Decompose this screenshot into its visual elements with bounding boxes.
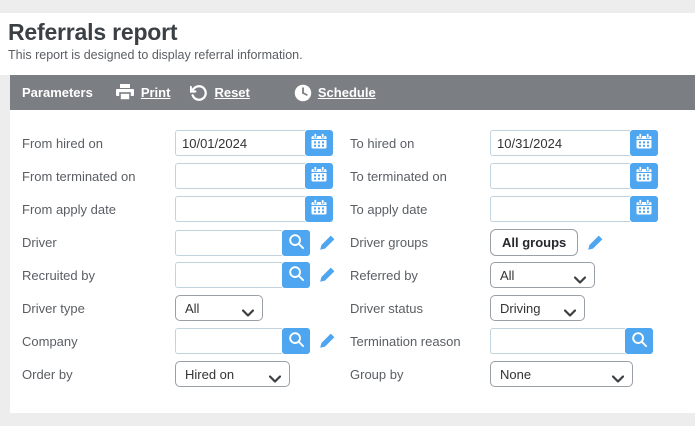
to-hired-on-datepicker-button[interactable] xyxy=(630,130,658,156)
calendar-icon xyxy=(310,166,328,186)
referred-by-label: Referred by xyxy=(350,268,490,283)
page-subtitle: This report is designed to display refer… xyxy=(8,48,685,62)
referred-by-select[interactable]: All xyxy=(490,262,595,288)
group-by-selected-value: None xyxy=(500,367,531,382)
from-terminated-on-input[interactable] xyxy=(175,163,305,189)
company-edit-pencil-icon[interactable] xyxy=(318,332,336,350)
from-apply-date-input[interactable] xyxy=(175,196,305,222)
schedule-button[interactable]: Schedule xyxy=(294,84,376,102)
driver-status-selected-value: Driving xyxy=(500,301,540,316)
parameters-label: Parameters xyxy=(10,85,93,100)
recruited-by-input[interactable] xyxy=(175,262,282,288)
recruited-by-search-button[interactable] xyxy=(282,262,310,288)
calendar-icon xyxy=(310,199,328,219)
chevron-down-icon xyxy=(574,272,586,287)
recruited-by-label: Recruited by xyxy=(22,268,175,283)
reset-button[interactable]: Reset xyxy=(190,84,249,102)
driver-type-label: Driver type xyxy=(22,301,175,316)
to-terminated-on-datepicker-button[interactable] xyxy=(630,163,658,189)
reset-icon xyxy=(190,84,208,102)
form-row: Recruited by Referred by All xyxy=(22,262,695,288)
form-row: Driver type All Driver status Driving xyxy=(22,295,695,321)
to-hired-on-label: To hired on xyxy=(350,136,490,151)
chevron-down-icon xyxy=(564,305,576,320)
driver-groups-button[interactable]: All groups xyxy=(490,229,578,256)
to-hired-on-input[interactable] xyxy=(490,130,630,156)
print-label: Print xyxy=(141,85,171,100)
group-by-label: Group by xyxy=(350,367,490,382)
from-apply-date-datepicker-button[interactable] xyxy=(305,196,333,222)
printer-icon xyxy=(115,84,135,101)
to-apply-date-input[interactable] xyxy=(490,196,630,222)
driver-type-selected-value: All xyxy=(185,301,199,316)
driver-search-button[interactable] xyxy=(282,230,310,256)
company-search-button[interactable] xyxy=(282,328,310,354)
termination-reason-search-button[interactable] xyxy=(625,328,653,354)
driver-label: Driver xyxy=(22,235,175,250)
chevron-down-icon xyxy=(612,371,624,386)
calendar-icon xyxy=(635,133,653,153)
search-icon xyxy=(631,331,648,351)
from-hired-on-label: From hired on xyxy=(22,136,175,151)
report-toolbar: Parameters Print Reset Sch xyxy=(10,75,695,110)
order-by-selected-value: Hired on xyxy=(185,367,234,382)
form-row: From hired on To xyxy=(22,130,695,156)
form-row: From terminated on xyxy=(22,163,695,189)
search-icon xyxy=(288,265,305,285)
form-row: From apply date T xyxy=(22,196,695,222)
calendar-icon xyxy=(310,133,328,153)
driver-status-label: Driver status xyxy=(350,301,490,316)
company-label: Company xyxy=(22,334,175,349)
order-by-select[interactable]: Hired on xyxy=(175,361,290,387)
driver-input[interactable] xyxy=(175,230,282,256)
reset-label: Reset xyxy=(214,85,249,100)
clock-icon xyxy=(294,84,312,102)
termination-reason-label: Termination reason xyxy=(350,334,490,349)
from-apply-date-label: From apply date xyxy=(22,202,175,217)
report-header: Referrals report This report is designed… xyxy=(0,13,695,75)
from-terminated-on-datepicker-button[interactable] xyxy=(305,163,333,189)
to-terminated-on-input[interactable] xyxy=(490,163,630,189)
chevron-down-icon xyxy=(242,305,254,320)
schedule-label: Schedule xyxy=(318,85,376,100)
form-row: Driver Driver groups All groups xyxy=(22,229,695,255)
referred-by-selected-value: All xyxy=(500,268,514,283)
page-title: Referrals report xyxy=(8,19,685,46)
driver-edit-pencil-icon[interactable] xyxy=(318,234,336,252)
to-terminated-on-label: To terminated on xyxy=(350,169,490,184)
calendar-icon xyxy=(635,166,653,186)
recruited-by-edit-pencil-icon[interactable] xyxy=(318,266,336,284)
from-hired-on-datepicker-button[interactable] xyxy=(305,130,333,156)
driver-type-select[interactable]: All xyxy=(175,295,263,321)
search-icon xyxy=(288,233,305,253)
print-button[interactable]: Print xyxy=(115,84,171,101)
to-apply-date-datepicker-button[interactable] xyxy=(630,196,658,222)
termination-reason-input[interactable] xyxy=(490,328,625,354)
from-hired-on-input[interactable] xyxy=(175,130,305,156)
driver-groups-edit-pencil-icon[interactable] xyxy=(586,234,604,252)
order-by-label: Order by xyxy=(22,367,175,382)
company-input[interactable] xyxy=(175,328,282,354)
form-row: Order by Hired on Group by None xyxy=(22,361,695,387)
search-icon xyxy=(288,331,305,351)
driver-groups-label: Driver groups xyxy=(350,235,490,250)
from-terminated-on-label: From terminated on xyxy=(22,169,175,184)
form-row: Company Termination reason xyxy=(22,328,695,354)
chevron-down-icon xyxy=(269,371,281,386)
parameters-panel: From hired on To xyxy=(10,110,695,413)
driver-status-select[interactable]: Driving xyxy=(490,295,585,321)
calendar-icon xyxy=(635,199,653,219)
to-apply-date-label: To apply date xyxy=(350,202,490,217)
group-by-select[interactable]: None xyxy=(490,361,633,387)
